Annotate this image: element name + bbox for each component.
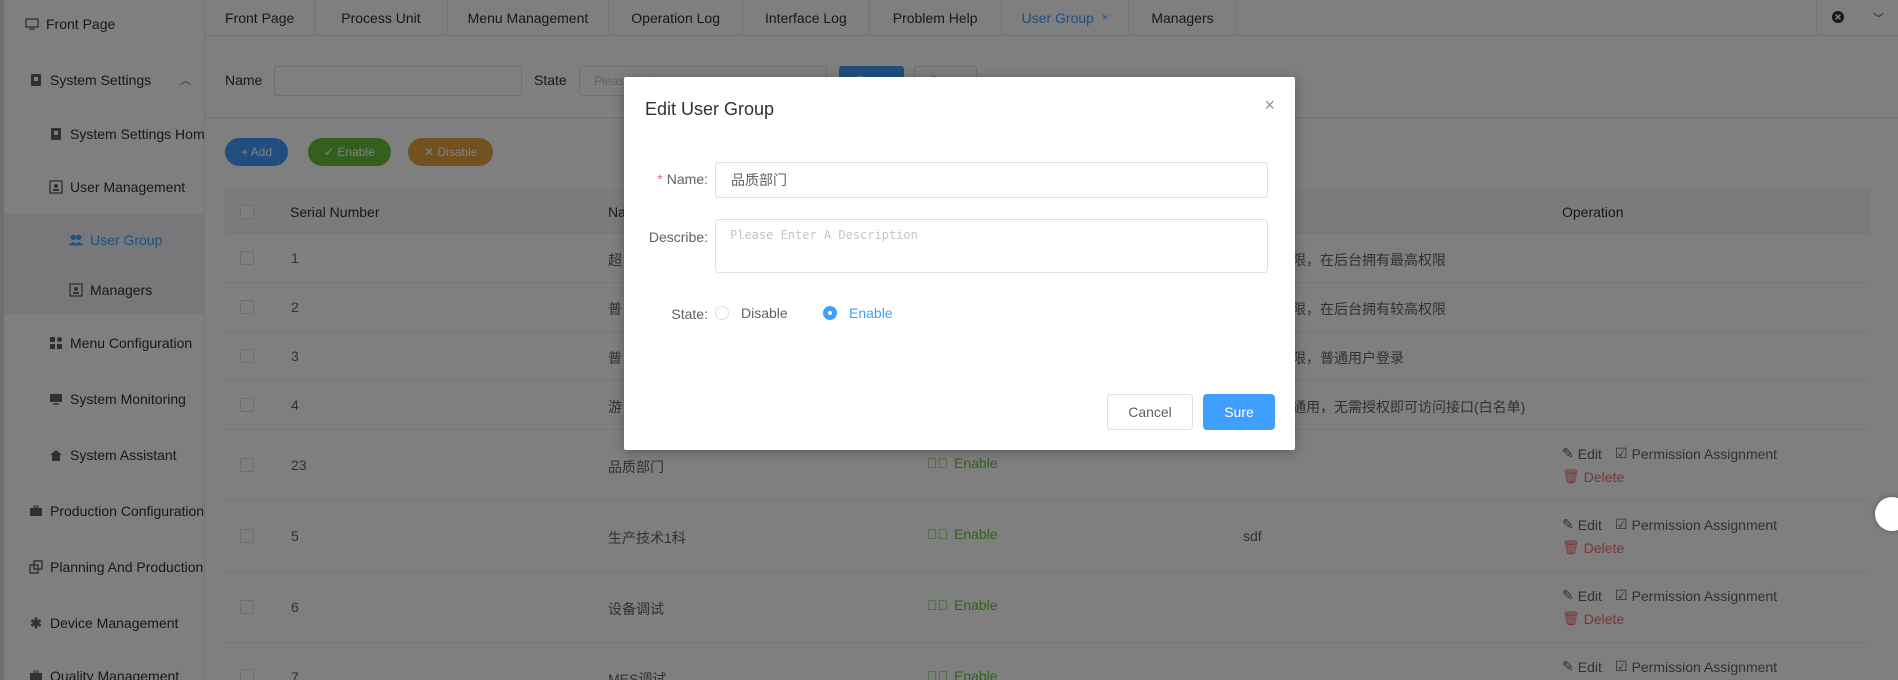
dialog-title: Edit User Group — [645, 99, 775, 119]
name-label-text: Name: — [666, 171, 708, 187]
state-radio-disable[interactable]: Disable — [715, 305, 788, 321]
edit-user-group-dialog: Edit User Group × * Name: 品质部门 Describe: … — [624, 77, 1295, 450]
radio-label: Disable — [741, 305, 788, 321]
radio-label: Enable — [849, 305, 893, 321]
state-label: State: — [671, 306, 708, 322]
name-label: * Name: — [650, 171, 708, 187]
radio-circle-icon — [715, 306, 729, 320]
state-radio-enable[interactable]: Enable — [823, 305, 893, 321]
sure-button[interactable]: Sure — [1203, 394, 1275, 430]
name-input[interactable]: 品质部门 — [715, 162, 1268, 198]
describe-label: Describe: — [648, 229, 708, 245]
cancel-button[interactable]: Cancel — [1107, 394, 1193, 430]
required-mark: * — [657, 171, 663, 187]
close-icon[interactable]: × — [1264, 95, 1275, 116]
radio-checked-icon — [823, 306, 837, 320]
describe-textarea[interactable]: Please Enter A Description — [715, 219, 1268, 273]
